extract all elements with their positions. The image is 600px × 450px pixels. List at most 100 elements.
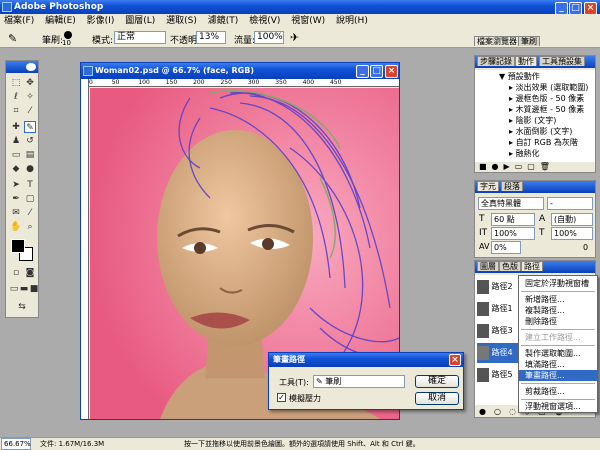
ok-button[interactable]: 確定 xyxy=(415,375,459,388)
standard-mode-icon[interactable]: ▫ xyxy=(10,267,22,279)
vertical-scale-field[interactable]: 100% xyxy=(491,227,535,240)
menu-help[interactable]: 說明(H) xyxy=(336,16,368,26)
hand-tool-icon[interactable]: ✋ xyxy=(10,221,22,233)
zoom-tool-icon[interactable]: ⌕ xyxy=(24,221,36,233)
dialog-close-icon[interactable]: × xyxy=(449,354,461,366)
menu-item-clipping-path[interactable]: 剪裁路徑... xyxy=(519,386,565,397)
magic-wand-icon[interactable]: ✧ xyxy=(24,91,36,103)
document-icon xyxy=(83,66,93,76)
tab-channels[interactable]: 色版 xyxy=(499,261,521,271)
tracking-field[interactable]: 0% xyxy=(491,241,521,254)
status-hint: 按一下並拖移以使用前景色繪圖。額外的選項請使用 Shift、Alt 和 Ctrl… xyxy=(184,440,420,448)
path-row[interactable]: 路徑2 xyxy=(477,277,513,297)
menu-view[interactable]: 檢視(V) xyxy=(249,16,280,26)
cancel-button[interactable]: 取消 xyxy=(415,392,459,405)
path-row[interactable]: 路徑4 xyxy=(477,343,519,363)
brush-tool-selected-icon[interactable]: ✎ xyxy=(24,121,36,133)
menu-image[interactable]: 影像(I) xyxy=(87,16,115,26)
tab-tool-presets[interactable]: 工具預設集 xyxy=(539,56,585,66)
blur-tool-icon[interactable]: ◆ xyxy=(10,163,22,175)
menu-window[interactable]: 視窗(W) xyxy=(291,16,325,26)
ruler-mark: 200 xyxy=(193,79,205,86)
move-tool-icon[interactable]: ✥ xyxy=(24,77,36,89)
tab-actions[interactable]: 動作 xyxy=(515,56,537,66)
zoom-field[interactable]: 66.67% xyxy=(1,438,31,450)
tab-paragraph[interactable]: 段落 xyxy=(501,181,523,191)
tab-history[interactable]: 步驟記錄 xyxy=(477,56,515,66)
menu-item-make-selection[interactable]: 製作選取範圍... xyxy=(519,348,581,359)
menu-item-dock[interactable]: 固定於浮動視窗槽 xyxy=(519,278,589,289)
doc-maximize-icon[interactable]: □ xyxy=(370,65,383,78)
path-label: 路徑2 xyxy=(491,282,513,291)
action-label: 水面倒影 (文字) xyxy=(515,127,573,136)
leading-field[interactable]: (自動) xyxy=(551,213,593,226)
tab-layers[interactable]: 圖層 xyxy=(477,261,499,271)
airbrush-icon[interactable]: ✈ xyxy=(290,31,299,44)
healing-brush-icon[interactable]: ✚ xyxy=(10,121,22,133)
mode-select[interactable]: 正常 xyxy=(114,31,166,44)
eraser-tool-icon[interactable]: ▭ xyxy=(10,149,22,161)
font-size-field[interactable]: 60 點 xyxy=(491,213,535,226)
flow-field[interactable]: 100% xyxy=(254,31,284,44)
path-row[interactable]: 路徑1 xyxy=(477,299,513,319)
brush-tool-icon[interactable]: ✎ xyxy=(8,32,17,45)
screen-mode-3-icon[interactable]: ■ xyxy=(28,283,40,295)
opacity-field[interactable]: 13% xyxy=(196,31,226,44)
doc-minimize-icon[interactable]: _ xyxy=(356,65,369,78)
menu-item-stroke-path[interactable]: 筆畫路徑... xyxy=(519,370,597,381)
list-item[interactable]: ▸ 融熱化 xyxy=(475,147,540,161)
ruler-mark: 150 xyxy=(165,79,178,86)
stroke-path-dialog: 筆畫路徑 × 工具(T): ✎ 筆刷 ✓ 模擬壓力 確定 取消 xyxy=(268,352,464,410)
menu-select[interactable]: 選取(S) xyxy=(166,16,197,26)
document-titlebar: Woman02.psd @ 66.7% (face, RGB) _ □ × xyxy=(81,63,399,79)
font-style-select[interactable]: - xyxy=(547,197,593,210)
ruler-mark: 0 xyxy=(89,79,93,86)
eyedropper-icon[interactable]: ⁄ xyxy=(24,207,36,219)
font-family-select[interactable]: 全真特黑體 xyxy=(478,197,544,210)
menu-item-palette-options[interactable]: 浮動視窗選項... xyxy=(519,401,581,412)
crop-tool-icon[interactable]: ⌗ xyxy=(10,105,22,117)
clone-stamp-icon[interactable]: ♟ xyxy=(10,135,22,147)
menu-edit[interactable]: 編輯(E) xyxy=(45,16,76,26)
notes-tool-icon[interactable]: ✉ xyxy=(10,207,22,219)
font-size-icon: T xyxy=(479,214,485,224)
type-tool-icon[interactable]: T xyxy=(24,179,36,191)
tool-select[interactable]: ✎ 筆刷 xyxy=(313,375,405,388)
palette-tab-brushes[interactable]: 筆刷 xyxy=(518,36,540,46)
pen-tool-icon[interactable]: ✒ xyxy=(10,193,22,205)
ruler-mark: 350 xyxy=(275,79,287,86)
menu-item-new-path[interactable]: 新增路徑... xyxy=(519,294,565,305)
path-row[interactable]: 路徑3 xyxy=(477,321,513,341)
jump-to-imageready-icon[interactable]: ⇆ xyxy=(16,301,28,313)
path-label: 路徑5 xyxy=(491,370,513,379)
quickmask-mode-icon[interactable]: ◙ xyxy=(24,267,36,279)
history-brush-icon[interactable]: ↺ xyxy=(24,135,36,147)
path-select-icon[interactable]: ➤ xyxy=(10,179,22,191)
lasso-tool-icon[interactable]: ℓ xyxy=(10,91,22,103)
leading-icon: A xyxy=(539,214,546,224)
gradient-tool-icon[interactable]: ▤ xyxy=(24,149,36,161)
dodge-tool-icon[interactable]: ● xyxy=(24,163,36,175)
horizontal-scale-field[interactable]: 100% xyxy=(551,227,593,240)
action-label: 自訂 RGB 為灰階 xyxy=(515,138,578,147)
slice-tool-icon[interactable]: ⁄ xyxy=(24,105,36,117)
menu-item-fill-path[interactable]: 填滿路徑... xyxy=(519,359,565,370)
menu-layer[interactable]: 圖層(L) xyxy=(125,16,155,26)
menu-item-delete-path[interactable]: 刪除路徑 xyxy=(519,316,557,327)
path-row[interactable]: 路徑5 xyxy=(477,365,513,385)
foreground-color-swatch[interactable] xyxy=(11,239,25,253)
menu-file[interactable]: 檔案(F) xyxy=(4,16,34,26)
shape-tool-icon[interactable]: ▢ xyxy=(24,193,36,205)
simulate-pressure-checkbox[interactable]: ✓ xyxy=(277,393,286,402)
marquee-tool-icon[interactable]: ⬚ xyxy=(10,77,22,89)
palette-tab-file-browser[interactable]: 檔案瀏覽器 xyxy=(474,36,520,46)
menu-item-duplicate-path[interactable]: 複製路徑... xyxy=(519,305,565,316)
action-label: 木質邊框 - 50 像素 xyxy=(515,105,585,114)
menu-filter[interactable]: 濾鏡(T) xyxy=(208,16,239,26)
menu-item-make-work-path[interactable]: 建立工作路徑... xyxy=(519,332,581,343)
character-panel: 字元 段落 全真特黑體 - T 60 點 A (自動) IT 100% T 10… xyxy=(474,180,596,258)
tab-character[interactable]: 字元 xyxy=(477,181,499,191)
brush-preview[interactable] xyxy=(64,31,72,39)
doc-close-icon[interactable]: × xyxy=(385,65,398,78)
tab-paths[interactable]: 路徑 xyxy=(521,261,543,271)
